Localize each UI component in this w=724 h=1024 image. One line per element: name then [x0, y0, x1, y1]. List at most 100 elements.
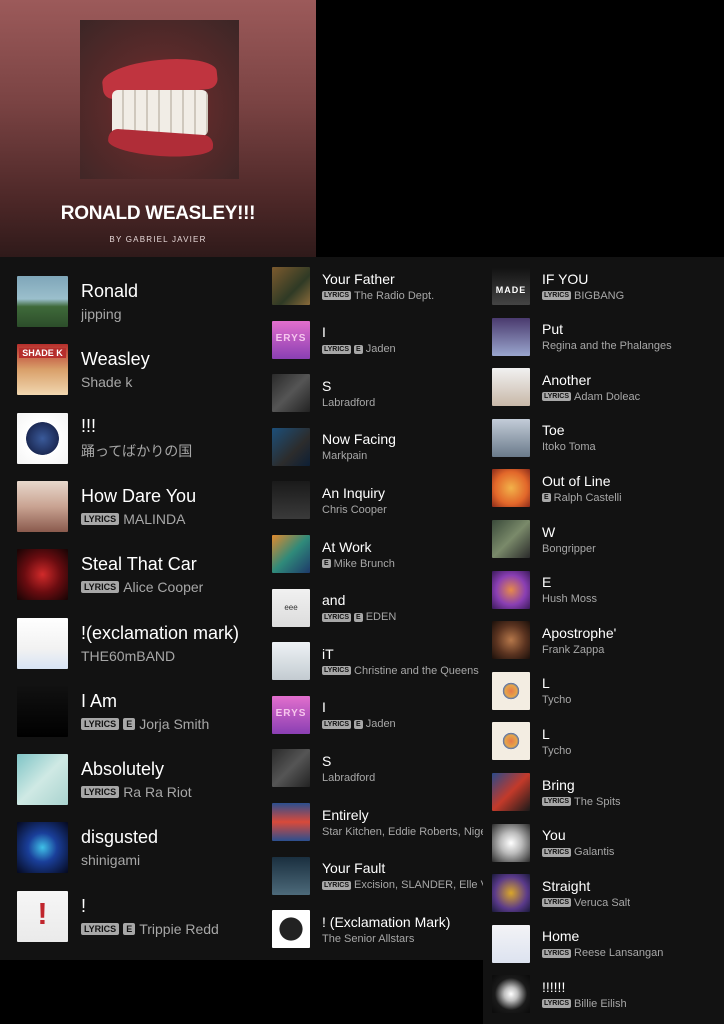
track-info: E Hush Moss: [542, 574, 597, 605]
playlist-header: RONALD WEASLEY!!! BY GABRIEL JAVIER: [0, 0, 316, 257]
track-artist: The Senior Allstars: [322, 932, 415, 945]
track-subtitle: LYRICS Christine and the Queens: [322, 665, 479, 677]
track-info: Out of Line E Ralph Castelli: [542, 473, 622, 504]
track-row[interactable]: MADE IF YOU LYRICS BIGBANG: [483, 267, 724, 305]
playlist-cover[interactable]: [80, 20, 239, 179]
track-info: How Dare You LYRICS MALINDA: [81, 486, 196, 527]
track-row[interactable]: Home LYRICS Reese Lansangan: [483, 924, 724, 963]
track-row[interactable]: Now Facing Markpain: [263, 427, 483, 466]
album-art[interactable]: ERYS: [272, 695, 310, 734]
track-row[interactable]: How Dare You LYRICS MALINDA: [0, 480, 263, 532]
track-title: disgusted: [81, 827, 159, 848]
lyrics-badge: LYRICS: [81, 922, 120, 935]
lyrics-badge: LYRICS: [542, 392, 572, 402]
album-art[interactable]: [272, 749, 310, 788]
track-row[interactable]: iT LYRICS Christine and the Queens: [263, 642, 483, 681]
track-row[interactable]: Apostrophe' Frank Zappa: [483, 621, 724, 660]
track-row[interactable]: ! (Exclamation Mark) The Senior Allstars: [263, 910, 483, 949]
track-subtitle: LYRICS MALINDA: [81, 511, 196, 527]
track-row[interactable]: L Tycho: [483, 722, 724, 761]
track-row[interactable]: Ronald jipping: [0, 276, 263, 327]
album-art[interactable]: [272, 535, 310, 573]
track-row[interactable]: ERYS I LYRICS E Jaden: [263, 695, 483, 734]
track-row[interactable]: Steal That Car LYRICS Alice Cooper: [0, 549, 263, 601]
track-row[interactable]: Bring LYRICS The Spits: [483, 773, 724, 811]
track-row[interactable]: At Work E Mike Brunch: [263, 535, 483, 573]
album-art[interactable]: [17, 685, 68, 737]
track-row[interactable]: !(exclamation mark) THE60mBAND: [0, 617, 263, 669]
track-row[interactable]: Put Regina and the Phalanges: [483, 317, 724, 356]
album-art[interactable]: eee: [272, 588, 310, 627]
album-art[interactable]: [17, 549, 68, 601]
album-art[interactable]: [272, 803, 310, 841]
album-art[interactable]: [492, 823, 530, 862]
track-row[interactable]: S Labradford: [263, 374, 483, 413]
album-art[interactable]: [272, 642, 310, 681]
track-artist: Jaden: [365, 718, 396, 731]
track-row[interactable]: Your Fault LYRICS Excision, SLANDER, Elle …: [263, 856, 483, 895]
album-art[interactable]: [272, 910, 310, 949]
track-title: !!!!!!: [542, 978, 566, 995]
album-art[interactable]: [492, 570, 530, 609]
album-art-text: !: [37, 896, 48, 931]
album-art[interactable]: [492, 469, 530, 508]
album-art[interactable]: [492, 368, 530, 407]
track-row[interactable]: disgusted shinigami: [0, 822, 263, 874]
track-row[interactable]: !! LYRICS E Trippie Redd: [0, 890, 263, 942]
track-info: Toe Itoko Toma: [542, 422, 596, 453]
track-row[interactable]: S Labradford: [263, 749, 483, 788]
track-row[interactable]: Straight LYRICS Veruca Salt: [483, 874, 724, 913]
track-row[interactable]: Out of Line E Ralph Castelli: [483, 469, 724, 508]
album-art[interactable]: [17, 480, 68, 532]
track-row[interactable]: eee and LYRICS E EDEN: [263, 588, 483, 627]
track-row[interactable]: ERYS I LYRICS E Jaden: [263, 320, 483, 359]
album-art[interactable]: [272, 374, 310, 413]
album-art[interactable]: [492, 621, 530, 660]
track-info: I LYRICS E Jaden: [322, 324, 396, 355]
album-art[interactable]: MADE: [492, 267, 530, 305]
album-art[interactable]: [492, 874, 530, 913]
album-art[interactable]: [492, 317, 530, 356]
track-row[interactable]: Toe Itoko Toma: [483, 418, 724, 457]
album-art[interactable]: [17, 754, 68, 806]
album-art[interactable]: [492, 975, 530, 1014]
album-art[interactable]: [272, 267, 310, 305]
album-art[interactable]: [492, 924, 530, 963]
album-art[interactable]: [492, 722, 530, 761]
track-row[interactable]: You LYRICS Galantis: [483, 823, 724, 862]
album-art[interactable]: [17, 276, 68, 327]
album-art[interactable]: [272, 481, 310, 520]
track-row[interactable]: E Hush Moss: [483, 570, 724, 609]
album-art[interactable]: [492, 418, 530, 457]
track-row[interactable]: Entirely Star Kitchen, Eddie Roberts, Nig…: [263, 803, 483, 841]
album-art[interactable]: [492, 773, 530, 811]
track-artist: shinigami: [81, 852, 141, 869]
track-row[interactable]: W Bongripper: [483, 520, 724, 558]
track-row[interactable]: Your Father LYRICS The Radio Dept.: [263, 267, 483, 305]
album-art[interactable]: [17, 617, 68, 669]
track-row[interactable]: I Am LYRICS E Jorja Smith: [0, 685, 263, 737]
track-row[interactable]: L Tycho: [483, 671, 724, 710]
album-art[interactable]: [492, 671, 530, 710]
track-row[interactable]: An Inquiry Chris Cooper: [263, 481, 483, 520]
lyrics-badge: LYRICS: [542, 797, 572, 806]
album-art[interactable]: SHADE K: [17, 344, 68, 396]
album-art[interactable]: ERYS: [272, 320, 310, 359]
album-art[interactable]: [272, 427, 310, 466]
track-subtitle: Bongripper: [542, 543, 596, 555]
track-row[interactable]: !!!!!! LYRICS Billie Eilish: [483, 975, 724, 1014]
track-artist: Adam Doleac: [574, 390, 641, 403]
album-art[interactable]: !: [17, 890, 68, 942]
album-art[interactable]: [492, 520, 530, 558]
track-row[interactable]: SHADE K Weasley Shade k: [0, 344, 263, 396]
album-art[interactable]: [272, 856, 310, 895]
track-row[interactable]: Another LYRICS Adam Doleac: [483, 368, 724, 407]
track-info: iT LYRICS Christine and the Queens: [322, 646, 479, 677]
track-row[interactable]: !!! 踊ってばかりの国: [0, 412, 263, 464]
track-title: S: [322, 377, 332, 394]
album-art[interactable]: [17, 412, 68, 464]
track-artist: Ralph Castelli: [553, 491, 622, 504]
track-row[interactable]: Absolutely LYRICS Ra Ra Riot: [0, 754, 263, 806]
album-art[interactable]: [17, 822, 68, 874]
lyrics-badge: LYRICS: [542, 291, 572, 300]
